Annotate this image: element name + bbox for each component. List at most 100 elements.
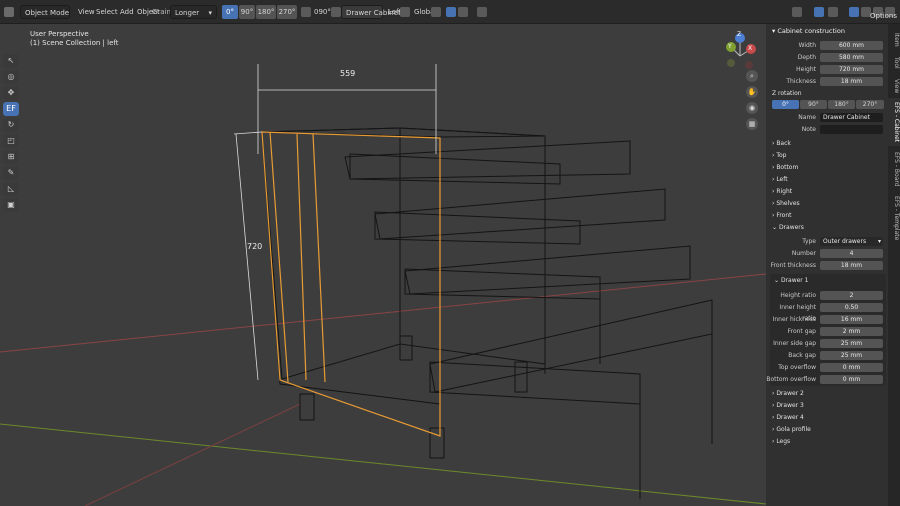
section-top[interactable]: › Top bbox=[772, 152, 786, 159]
depth-field[interactable]: 580 mm bbox=[820, 53, 883, 62]
section-drawers[interactable]: ⌄ Drawers bbox=[772, 224, 804, 231]
visibility-icon[interactable] bbox=[792, 5, 802, 19]
section-gola-profile-label: Gola profile bbox=[776, 426, 811, 433]
rotate-180-button[interactable]: 180° bbox=[256, 5, 276, 19]
back-gap-field[interactable]: 25 mm bbox=[820, 351, 883, 360]
tab-efs-cabinet[interactable]: EFS - Cabinet bbox=[888, 98, 900, 146]
angle-readout: 090° bbox=[314, 8, 331, 16]
section-right[interactable]: › Right bbox=[772, 188, 792, 195]
name-label: Name bbox=[798, 114, 816, 121]
note-field[interactable] bbox=[820, 125, 883, 134]
top-overflow-field[interactable]: 0 mm bbox=[820, 363, 883, 372]
cabinet-construction-header[interactable]: ▾ Cabinet construction bbox=[772, 27, 845, 35]
tab-efs-board[interactable]: EFS - Board bbox=[888, 148, 900, 190]
section-drawer4[interactable]: › Drawer 4 bbox=[772, 414, 804, 421]
tab-efs-template[interactable]: EFS - Template bbox=[888, 192, 900, 244]
type-row: Type Outer drawers ▾ bbox=[766, 236, 888, 247]
gizmo-neg-x-dot[interactable] bbox=[745, 61, 753, 69]
z-rotation-270[interactable]: 270° bbox=[856, 100, 884, 109]
section-bottom[interactable]: › Bottom bbox=[772, 164, 798, 171]
add-cube-icon[interactable]: ▣ bbox=[3, 198, 19, 212]
width-row: Width 600 mm bbox=[766, 40, 888, 51]
menu-add[interactable]: Add bbox=[120, 5, 134, 19]
cabinet-icon[interactable] bbox=[331, 5, 341, 19]
tab-view[interactable]: View bbox=[888, 74, 900, 98]
inner-thickness-field[interactable]: 16 mm bbox=[820, 315, 883, 324]
front-thickness-field[interactable]: 18 mm bbox=[820, 261, 883, 270]
section-back[interactable]: › Back bbox=[772, 140, 791, 147]
gizmo-neg-y-dot[interactable] bbox=[727, 59, 735, 67]
header-bar: Object Mode View Select Add Object Grain… bbox=[0, 0, 900, 24]
width-field[interactable]: 600 mm bbox=[820, 41, 883, 50]
select-circle-icon[interactable]: ◎ bbox=[3, 70, 19, 84]
zoom-icon[interactable]: ⌕ bbox=[746, 70, 758, 82]
rotate-0-button[interactable]: 0° bbox=[222, 5, 238, 19]
section-shelves[interactable]: › Shelves bbox=[772, 200, 800, 207]
section-drawer2[interactable]: › Drawer 2 bbox=[772, 390, 804, 397]
snap-icon[interactable] bbox=[446, 5, 456, 19]
grain-dropdown[interactable]: Longer ▾ bbox=[170, 5, 217, 19]
rotate-270-button[interactable]: 270° bbox=[277, 5, 297, 19]
menu-view[interactable]: View bbox=[78, 5, 95, 19]
dimension-width-label: 559 bbox=[340, 69, 356, 78]
drawer1-header[interactable]: ⌄ Drawer 1 bbox=[774, 277, 809, 284]
measure-icon[interactable]: ◺ bbox=[3, 182, 19, 196]
mode-label: Object Mode bbox=[25, 9, 70, 17]
name-field[interactable]: Drawer Cabinet bbox=[820, 113, 883, 122]
z-rotation-90[interactable]: 90° bbox=[800, 100, 827, 109]
inner-side-gap-field[interactable]: 25 mm bbox=[820, 339, 883, 348]
thickness-row: Thickness 18 mm bbox=[766, 76, 888, 87]
section-gola-profile[interactable]: › Gola profile bbox=[772, 426, 811, 433]
options-menu[interactable]: Options bbox=[870, 12, 897, 20]
rotate-90-button[interactable]: 90° bbox=[239, 5, 255, 19]
section-left-label: Left bbox=[776, 176, 788, 183]
editor-type-icon[interactable] bbox=[4, 5, 14, 19]
drawer1-row: Bottom overflow 0 mm bbox=[766, 374, 888, 385]
drawer1-field-label: Back gap bbox=[788, 352, 816, 359]
thickness-field[interactable]: 18 mm bbox=[820, 77, 883, 86]
rotate-icon[interactable] bbox=[301, 5, 311, 19]
transform-orientation-icon[interactable] bbox=[400, 5, 410, 19]
snap-target-icon[interactable] bbox=[458, 5, 468, 19]
camera-icon[interactable]: ◉ bbox=[746, 102, 758, 114]
number-field[interactable]: 4 bbox=[820, 249, 883, 258]
type-dropdown[interactable]: Outer drawers ▾ bbox=[820, 237, 883, 246]
gizmo-icon[interactable] bbox=[814, 5, 824, 19]
move-icon[interactable]: ✥ bbox=[3, 86, 19, 100]
scale-icon[interactable]: ◰ bbox=[3, 134, 19, 148]
mode-dropdown[interactable]: Object Mode bbox=[20, 5, 70, 19]
3d-viewport[interactable]: User Perspective (1) Scene Collection | … bbox=[0, 24, 766, 506]
inner-height-ratio-field[interactable]: 0.50 bbox=[820, 303, 883, 312]
annotate-icon[interactable]: ✎ bbox=[3, 166, 19, 180]
drawer1-label: Drawer 1 bbox=[780, 277, 809, 284]
section-front[interactable]: › Front bbox=[772, 212, 792, 219]
ef-tool-icon[interactable]: EF bbox=[3, 102, 19, 116]
cursor-icon[interactable]: ↖ bbox=[3, 54, 19, 68]
front-gap-field[interactable]: 2 mm bbox=[820, 327, 883, 336]
height-row: Height 720 mm bbox=[766, 64, 888, 75]
height-field[interactable]: 720 mm bbox=[820, 65, 883, 74]
drawer1-field-label: Inner side gap bbox=[773, 340, 816, 347]
object-name-field[interactable]: Drawer Cabinet bbox=[341, 5, 401, 19]
drawer1-row: Inner side gap 25 mm bbox=[766, 338, 888, 349]
tab-tool[interactable]: Tool bbox=[888, 52, 900, 74]
overlay-icon[interactable] bbox=[828, 5, 838, 19]
proportional-edit-icon[interactable] bbox=[477, 5, 487, 19]
transform-icon[interactable]: ⊞ bbox=[3, 150, 19, 164]
z-rotation-0[interactable]: 0° bbox=[772, 100, 799, 109]
menu-select[interactable]: Select bbox=[96, 5, 118, 19]
z-rotation-180[interactable]: 180° bbox=[828, 100, 855, 109]
hand-icon[interactable]: ✋ bbox=[746, 86, 758, 98]
pivot-icon[interactable] bbox=[431, 5, 441, 19]
section-drawer3[interactable]: › Drawer 3 bbox=[772, 402, 804, 409]
section-left[interactable]: › Left bbox=[772, 176, 788, 183]
section-legs[interactable]: › Legs bbox=[772, 438, 790, 445]
section-drawer4-label: Drawer 4 bbox=[776, 414, 804, 421]
rotate-tool-icon[interactable]: ↻ bbox=[3, 118, 19, 132]
bottom-overflow-field[interactable]: 0 mm bbox=[820, 375, 883, 384]
height-ratio-field[interactable]: 2 bbox=[820, 291, 883, 300]
shading-wireframe-icon[interactable] bbox=[849, 5, 859, 19]
grid-icon[interactable]: ▦ bbox=[746, 118, 758, 130]
note-row: Note bbox=[766, 124, 888, 135]
tab-item[interactable]: Item bbox=[888, 28, 900, 52]
